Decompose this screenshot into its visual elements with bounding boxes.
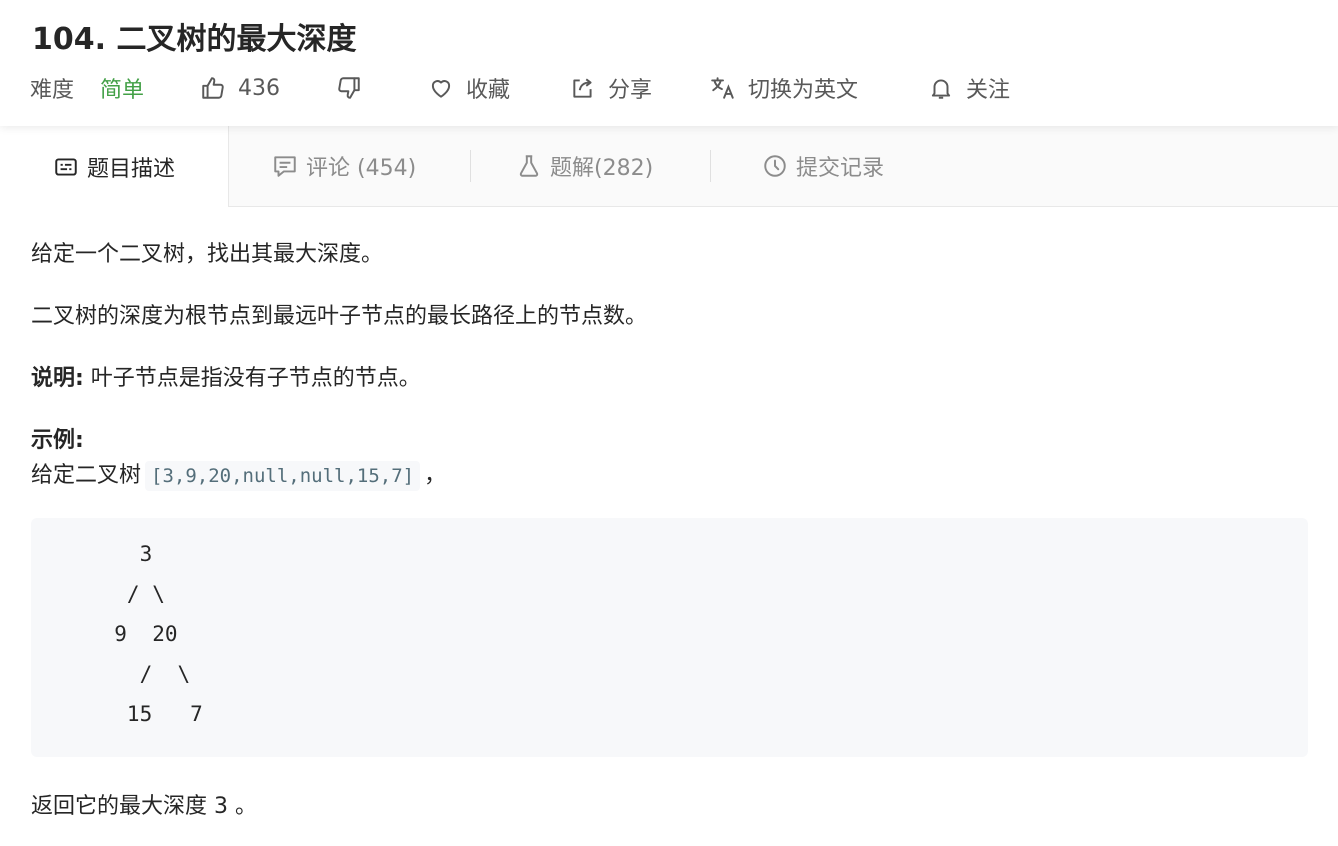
tab-divider: [710, 150, 711, 182]
example-input-line: 给定二叉树 [3,9,20,null,null,15,7]，: [31, 457, 447, 491]
like-button[interactable]: 436: [200, 68, 280, 108]
tab-solutions-label: 题解(282): [550, 156, 654, 181]
dislike-button[interactable]: [336, 68, 374, 108]
share-icon: [570, 75, 596, 101]
tree-line: 15 7: [89, 702, 203, 726]
problem-tabs: 题目描述 评论 (454) 题解(282) 提交记录: [0, 126, 1338, 207]
note-text: 叶子节点是指没有子节点的节点。: [83, 366, 421, 391]
difficulty-label: 难度: [30, 78, 75, 103]
example-prefix: 给定二叉树: [31, 463, 142, 488]
heart-icon: [428, 75, 454, 101]
tree-line: / \: [89, 582, 165, 606]
tab-submissions[interactable]: 提交记录: [762, 126, 884, 206]
flask-icon: [516, 153, 542, 179]
comment-icon: [272, 153, 298, 179]
bell-icon: [928, 75, 954, 101]
description-paragraph: 给定一个二叉树，找出其最大深度。: [31, 242, 384, 267]
favorite-button[interactable]: 收藏: [428, 68, 510, 108]
share-button[interactable]: 分享: [570, 68, 652, 108]
tab-comments-label: 评论 (454): [306, 156, 417, 181]
result-paragraph: 返回它的最大深度 3 。: [31, 794, 257, 819]
tree-code-block: 3 / \ 9 20 / \ 15 7: [31, 518, 1308, 757]
tab-comments[interactable]: 评论 (454): [272, 126, 416, 206]
translate-icon: [710, 75, 736, 101]
tab-solutions[interactable]: 题解(282): [516, 126, 653, 206]
tree-line: 3: [89, 542, 153, 566]
tab-description-label: 题目描述: [86, 156, 175, 182]
description-icon: [53, 154, 79, 180]
follow-label: 关注: [966, 78, 1011, 103]
note-paragraph: 说明: 叶子节点是指没有子节点的节点。: [31, 360, 421, 392]
problem-header: 104. 二叉树的最大深度 难度 简单 436 收藏 分享 切换为英文 关注: [0, 0, 1338, 126]
tree-line: 9 20: [89, 622, 178, 646]
problem-title: 104. 二叉树的最大深度: [32, 22, 357, 57]
example-suffix: ，: [424, 463, 447, 488]
note-label: 说明:: [31, 366, 84, 391]
difficulty-value: 简单: [100, 78, 145, 103]
example-heading: 示例:: [31, 428, 84, 453]
thumbs-up-icon: [200, 75, 226, 101]
tree-line: / \: [89, 662, 191, 686]
tab-description[interactable]: 题目描述: [0, 126, 229, 207]
description-paragraph: 二叉树的深度为根节点到最远叶子节点的最长路径上的节点数。: [31, 304, 648, 329]
favorite-label: 收藏: [466, 78, 511, 103]
switch-language-label: 切换为英文: [748, 78, 859, 103]
follow-button[interactable]: 关注: [928, 68, 1010, 108]
share-label: 分享: [608, 78, 653, 103]
example-input-code: [3,9,20,null,null,15,7]: [145, 461, 421, 491]
switch-language-button[interactable]: 切换为英文: [710, 68, 858, 108]
problem-meta-bar: 难度 简单 436 收藏 分享 切换为英文 关注: [30, 68, 1330, 108]
clock-icon: [762, 153, 788, 179]
tab-submissions-label: 提交记录: [796, 156, 885, 181]
thumbs-down-icon: [336, 75, 362, 101]
tab-divider: [470, 150, 471, 182]
like-count: 436: [238, 75, 280, 101]
